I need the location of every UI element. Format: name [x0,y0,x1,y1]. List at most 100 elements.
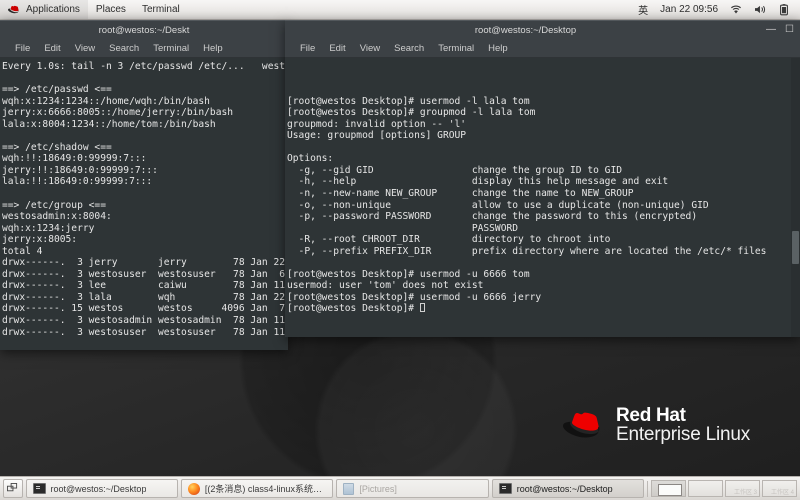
brand-line-1: Red Hat [616,405,686,426]
window-title-left: root@westos:~/Deskt [98,24,190,36]
terminal-line: drwx------. 15 westos westos 4096 Jan 7 … [2,303,286,315]
terminal-output-left[interactable]: Every 1.0s: tail -n 3 /etc/passwd /etc/.… [0,58,288,350]
wifi-icon[interactable] [724,0,748,19]
terminal-line: drwx------. 3 lee caiwu 78 Jan 11 1 [2,280,288,292]
terminal-line: lala:!!:18649:0:99999:7::: [2,176,153,188]
menu-applications[interactable]: Applications [0,0,88,19]
clock-label: Jan 22 09:56 [660,4,718,15]
terminal-line: -n, --new-name NEW_GROUP change the name… [287,188,634,200]
menu-applications-label: Applications [26,4,80,15]
menubar-right: File Edit View Search Terminal Help [285,39,800,58]
show-desktop-button[interactable] [3,479,23,498]
terminal-line: westosadmin:x:8004: [2,211,112,223]
brand-line-2: Enterprise Linux [616,424,751,446]
menu-terminal[interactable]: Terminal [134,0,188,19]
taskbar-item-label: [Pictures] [359,483,397,494]
titlebar-right[interactable]: root@westos:~/Desktop — ☐ [285,20,800,39]
menu-search-right[interactable]: Search [387,41,431,56]
menubar-left: File Edit View Search Terminal Help [0,39,288,58]
terminal-line: -g, --gid GID change the group ID to GID [287,164,623,176]
terminal-output-right[interactable]: [root@westos Desktop]# usermod -l lala t… [285,58,800,337]
taskbar-item-terminal-1[interactable]: root@westos:~/Desktop [25,479,178,498]
terminal-line: [root@westos Desktop]# usermod -l lala t… [287,95,530,107]
redhat-hat-icon [563,410,607,440]
menu-file-left[interactable]: File [8,41,37,56]
terminal-line: -p, --password PASSWORD change the passw… [287,211,698,223]
terminal-icon [498,483,512,494]
menu-edit-left[interactable]: Edit [37,41,67,56]
taskbar-separator [647,480,649,497]
terminal-line: ==> /etc/shadow <== [2,141,112,153]
menu-view-right[interactable]: View [353,41,387,56]
minimize-icon[interactable]: — [766,25,776,35]
terminal-line: total 4 [2,245,43,257]
terminal-cursor [419,303,425,313]
workspace-3[interactable]: 工作区 3 [725,480,761,497]
menu-terminal-left[interactable]: Terminal [146,41,196,56]
workspace-1[interactable] [651,480,687,497]
terminal-line: usermod: user 'tom' does not exist [287,280,484,292]
taskbar-item-label: root@westos:~/Desktop [50,483,147,494]
menu-places-label: Places [95,4,126,15]
terminal-line: wqh:x:1234:1234::/home/wqh:/bin/bash [2,95,210,107]
redhat-enterprise-linux-logo: Red Hat Enterprise Linux [563,406,750,445]
input-method-label: 英 [638,6,649,17]
workspace-label: 工作区 3 [734,490,758,496]
terminal-line: lala:x:8004:1234::/home/tom:/bin/bash [2,118,216,130]
firefox-icon [187,482,200,495]
terminal-window-left[interactable]: root@westos:~/Deskt File Edit View Searc… [0,20,288,350]
terminal-line: -h, --help display this help message and… [287,176,669,188]
terminal-line: -P, --prefix PREFIX_DIR prefix directory… [287,245,767,257]
clock[interactable]: Jan 22 09:56 [654,0,724,19]
menu-file-right[interactable]: File [293,41,322,56]
terminal-line: [root@westos Desktop]# usermod -u 6666 t… [287,268,530,280]
taskbar-item-terminal-2[interactable]: root@westos:~/Desktop [491,479,645,498]
taskbar-item-pictures[interactable]: [Pictures] [336,479,489,498]
terminal-line: jerry:x:8005: [2,234,78,246]
window-title-right: root@westos:~/Desktop [474,24,577,36]
top-panel: Applications Places Terminal 英 Jan 22 09… [0,0,800,20]
workspace-2[interactable] [688,480,724,497]
battery-icon[interactable] [773,0,795,19]
taskbar-item-firefox[interactable]: [(2条消息) class4-linux系统中的... [180,479,334,498]
taskbar-item-label: root@westos:~/Desktop [516,483,613,494]
terminal-line: drwx------. 3 westosadmin westosadmin 78… [2,315,286,327]
terminal-line: jerry:!!:18649:0:99999:7::: [2,164,158,176]
terminal-line: wqh:x:1234:jerry [2,222,95,234]
maximize-icon[interactable]: ☐ [785,25,794,35]
menu-places[interactable]: Places [88,0,134,19]
terminal-line: Options: [287,153,334,165]
terminal-line: [root@westos Desktop]# groupmod -l lala … [287,107,536,119]
workspace-4[interactable]: 工作区 4 [762,480,798,497]
titlebar-left[interactable]: root@westos:~/Deskt [0,20,288,39]
terminal-line: [root@westos Desktop]# [287,303,800,315]
terminal-line: drwx------. 3 westosuser westosuser 78 J… [2,268,288,280]
terminal-line: -R, --root CHROOT_DIR directory to chroo… [287,234,611,246]
scrollbar-right[interactable] [791,58,800,337]
volume-icon[interactable] [748,0,773,19]
menu-help-left[interactable]: Help [196,41,230,56]
terminal-line: [root@westos Desktop]# usermod -u 6666 j… [287,291,542,303]
terminal-icon [32,483,46,494]
menu-terminal-right[interactable]: Terminal [431,41,481,56]
terminal-line: drwx------. 3 westosuser westosuser 78 J… [2,326,286,338]
menu-edit-right[interactable]: Edit [322,41,352,56]
menu-view-left[interactable]: View [68,41,102,56]
terminal-line: -o, --non-unique allow to use a duplicat… [287,199,709,211]
terminal-window-right[interactable]: root@westos:~/Desktop — ☐ File Edit View… [285,20,800,337]
screen: Red Hat Enterprise Linux Applications Pl… [0,0,800,500]
input-method-indicator[interactable]: 英 [632,0,654,19]
menu-help-right[interactable]: Help [481,41,515,56]
terminal-line: jerry:x:6666:8005::/home/jerry:/bin/bash [2,107,234,119]
taskbar: root@westos:~/Desktop [(2条消息) class4-lin… [0,476,800,500]
redhat-logo-icon [8,5,21,14]
terminal-line: wqh:!!:18649:0:99999:7::: [2,153,147,165]
terminal-line: Usage: groupmod [options] GROUP [287,130,467,142]
workspace-label: 工作区 4 [771,490,795,496]
menu-search-left[interactable]: Search [102,41,146,56]
